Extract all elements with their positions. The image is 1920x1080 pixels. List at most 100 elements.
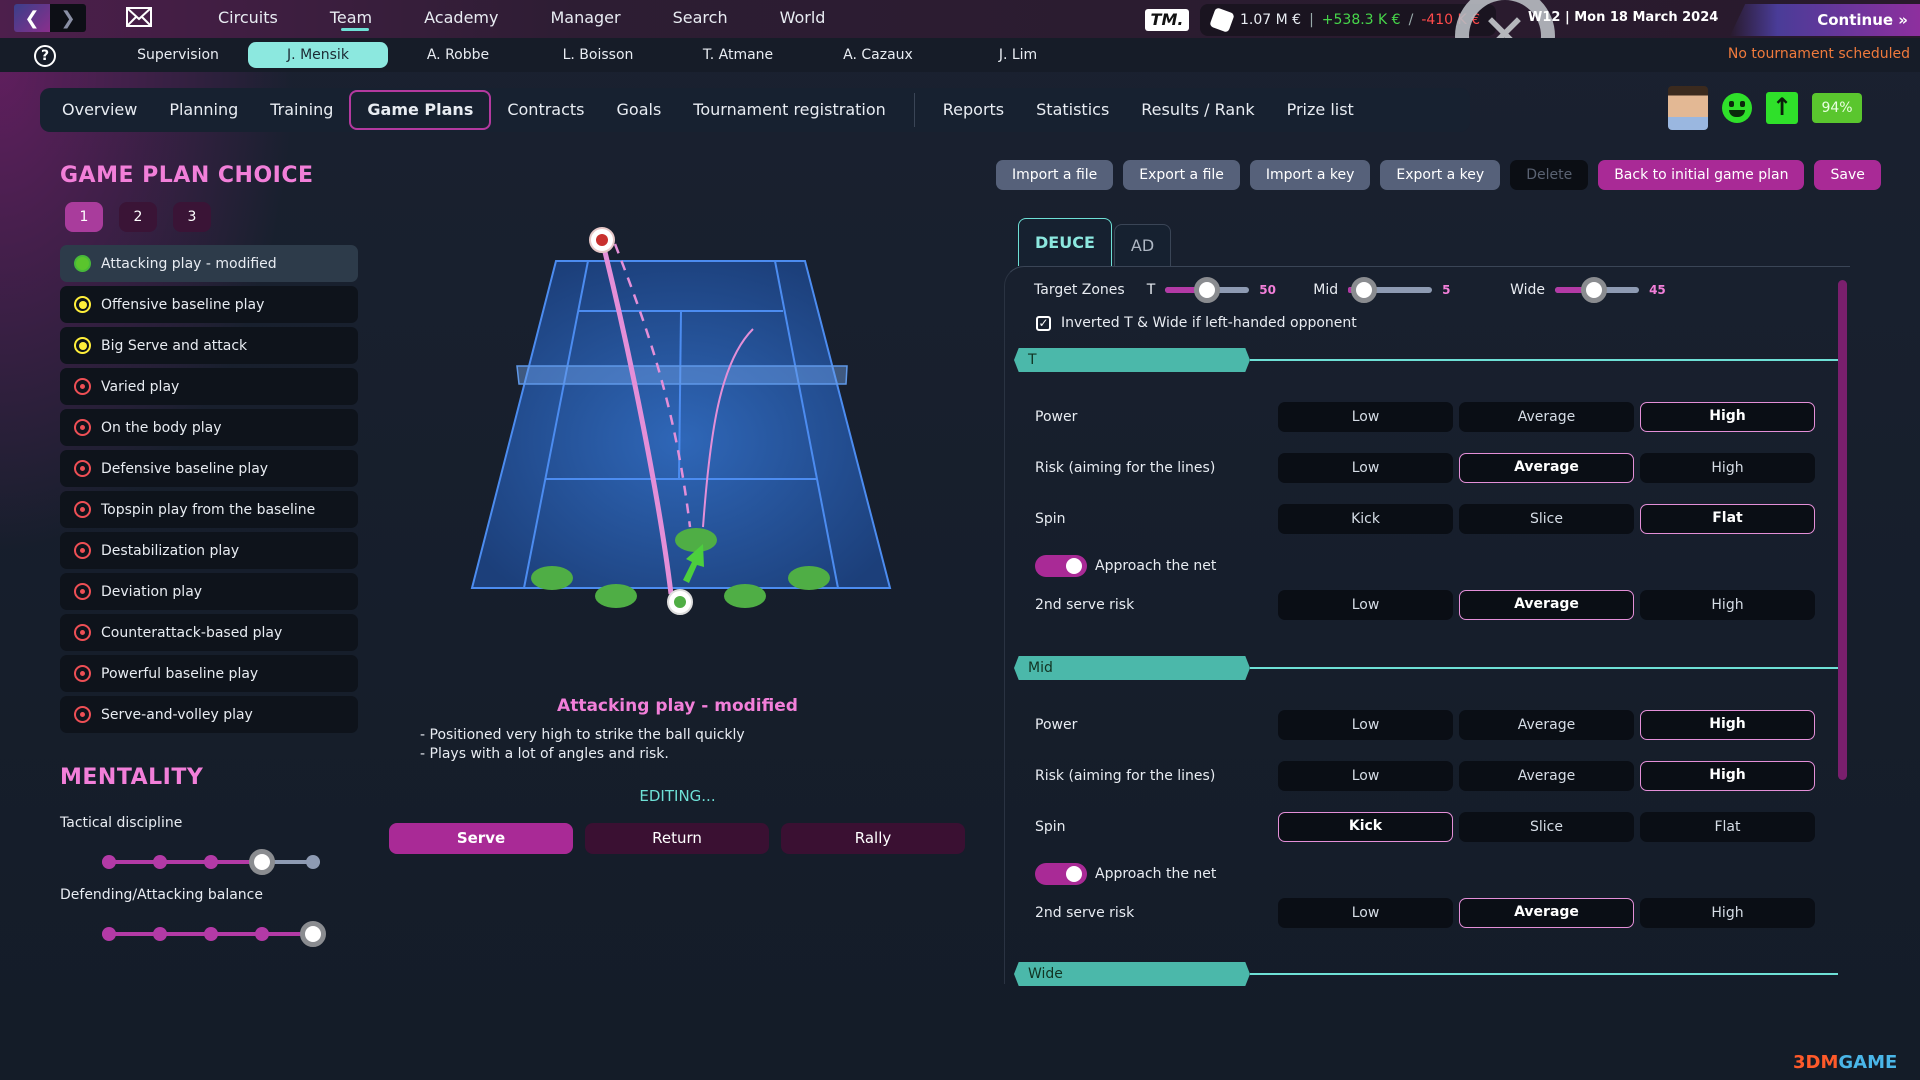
slider-knob[interactable] (300, 921, 326, 947)
plan-item[interactable]: Varied play (60, 368, 358, 405)
option-high[interactable]: High (1640, 898, 1815, 928)
nav-item-world[interactable]: World (758, 0, 856, 36)
approach-net-toggle[interactable]: Approach the net (1035, 555, 1216, 577)
option-low[interactable]: Low (1278, 761, 1453, 791)
inverted-option[interactable]: ✓ Inverted T & Wide if left-handed oppon… (1036, 315, 1357, 331)
continue-button[interactable]: Continue » (1730, 4, 1920, 36)
slider-step[interactable] (255, 927, 269, 941)
tab-contracts[interactable]: Contracts (491, 90, 600, 130)
player-tab-j-mensik[interactable]: J. Mensik (248, 42, 388, 68)
import-file-button[interactable]: Import a file (996, 160, 1114, 190)
player-tab-a-cazaux[interactable]: A. Cazaux (808, 42, 948, 68)
scrollbar[interactable] (1838, 280, 1847, 780)
option-slice[interactable]: Slice (1459, 504, 1634, 534)
tab-game-plans[interactable]: Game Plans (349, 90, 492, 130)
option-flat[interactable]: Flat (1640, 504, 1815, 534)
option-average[interactable]: Average (1459, 710, 1634, 740)
plan-item[interactable]: Powerful baseline play (60, 655, 358, 692)
tab-planning[interactable]: Planning (153, 90, 254, 130)
option-low[interactable]: Low (1278, 402, 1453, 432)
plan-item[interactable]: Big Serve and attack (60, 327, 358, 364)
plan-slot-1[interactable]: 1 (65, 202, 103, 232)
plan-item[interactable]: Defensive baseline play (60, 450, 358, 487)
toggle-switch[interactable] (1035, 555, 1087, 577)
option-average[interactable]: Average (1459, 453, 1634, 483)
plan-item[interactable]: Attacking play - modified (60, 245, 358, 282)
option-low[interactable]: Low (1278, 590, 1453, 620)
player-tab-supervision[interactable]: Supervision (108, 42, 248, 68)
option-high[interactable]: High (1640, 453, 1815, 483)
option-low[interactable]: Low (1278, 898, 1453, 928)
nav-item-team[interactable]: Team (308, 0, 402, 36)
option-low[interactable]: Low (1278, 710, 1453, 740)
mode-serve-button[interactable]: Serve (389, 823, 573, 854)
plan-item[interactable]: Destabilization play (60, 532, 358, 569)
tactical-discipline-slider[interactable] (96, 849, 326, 875)
option-high[interactable]: High (1640, 761, 1815, 791)
nav-item-circuits[interactable]: Circuits (196, 0, 308, 36)
help-icon[interactable]: ? (34, 45, 56, 67)
slider-step[interactable] (204, 927, 218, 941)
mode-rally-button[interactable]: Rally (781, 823, 965, 854)
player-avatar[interactable] (1668, 86, 1708, 130)
tab-reports[interactable]: Reports (927, 90, 1020, 130)
nav-item-search[interactable]: Search (651, 0, 758, 36)
player-tab-a-robbe[interactable]: A. Robbe (388, 42, 528, 68)
slider-knob[interactable] (1351, 277, 1378, 303)
save-button[interactable]: Save (1814, 160, 1881, 190)
option-high[interactable]: High (1640, 402, 1815, 432)
toggle-switch[interactable] (1035, 863, 1087, 885)
slider-step[interactable] (102, 855, 116, 869)
slider-step[interactable] (153, 855, 167, 869)
option-kick[interactable]: Kick (1278, 812, 1453, 842)
zone-slider-t[interactable] (1165, 277, 1250, 303)
plan-item[interactable]: Counterattack-based play (60, 614, 358, 651)
section-header-wide[interactable]: Wide (1014, 962, 1838, 986)
defending-attacking-slider[interactable] (96, 921, 326, 947)
nav-item-academy[interactable]: Academy (402, 0, 528, 36)
approach-net-toggle[interactable]: Approach the net (1035, 863, 1216, 885)
tab-statistics[interactable]: Statistics (1020, 90, 1125, 130)
zone-slider-wide[interactable] (1555, 277, 1640, 303)
tab-training[interactable]: Training (254, 90, 349, 130)
slider-step[interactable] (306, 855, 320, 869)
nav-item-manager[interactable]: Manager (528, 0, 650, 36)
option-average[interactable]: Average (1459, 898, 1634, 928)
tab-overview[interactable]: Overview (46, 90, 153, 130)
slider-step[interactable] (204, 855, 218, 869)
side-tab-ad[interactable]: AD (1113, 224, 1172, 266)
plan-slot-2[interactable]: 2 (119, 202, 157, 232)
player-tab-l-boisson[interactable]: L. Boisson (528, 42, 668, 68)
option-average[interactable]: Average (1459, 402, 1634, 432)
option-average[interactable]: Average (1459, 590, 1634, 620)
export-file-button[interactable]: Export a file (1123, 160, 1240, 190)
tab-goals[interactable]: Goals (601, 90, 678, 130)
plan-item[interactable]: Serve-and-volley play (60, 696, 358, 733)
slider-knob[interactable] (1581, 277, 1608, 303)
mode-return-button[interactable]: Return (585, 823, 769, 854)
delete-button[interactable]: Delete (1510, 160, 1589, 190)
section-header-t[interactable]: T (1014, 348, 1838, 372)
option-high[interactable]: High (1640, 590, 1815, 620)
slider-knob[interactable] (1194, 277, 1221, 303)
option-flat[interactable]: Flat (1640, 812, 1815, 842)
slider-knob[interactable] (249, 849, 275, 875)
export-key-button[interactable]: Export a key (1380, 160, 1501, 190)
plan-item[interactable]: Topspin play from the baseline (60, 491, 358, 528)
zone-slider-mid[interactable] (1348, 277, 1433, 303)
forward-arrow-button[interactable]: ❯ (50, 4, 86, 32)
tab-prize-list[interactable]: Prize list (1271, 90, 1370, 130)
plan-item[interactable]: On the body play (60, 409, 358, 446)
section-header-mid[interactable]: Mid (1014, 656, 1838, 680)
option-high[interactable]: High (1640, 710, 1815, 740)
tab-results-rank[interactable]: Results / Rank (1125, 90, 1270, 130)
option-kick[interactable]: Kick (1278, 504, 1453, 534)
option-average[interactable]: Average (1459, 761, 1634, 791)
player-tab-j-lim[interactable]: J. Lim (948, 42, 1088, 68)
player-tab-t-atmane[interactable]: T. Atmane (668, 42, 808, 68)
tab-tournament-registration[interactable]: Tournament registration (677, 90, 901, 130)
slider-step[interactable] (153, 927, 167, 941)
plan-item[interactable]: Offensive baseline play (60, 286, 358, 323)
back-arrow-button[interactable]: ❮ (14, 4, 50, 32)
option-slice[interactable]: Slice (1459, 812, 1634, 842)
